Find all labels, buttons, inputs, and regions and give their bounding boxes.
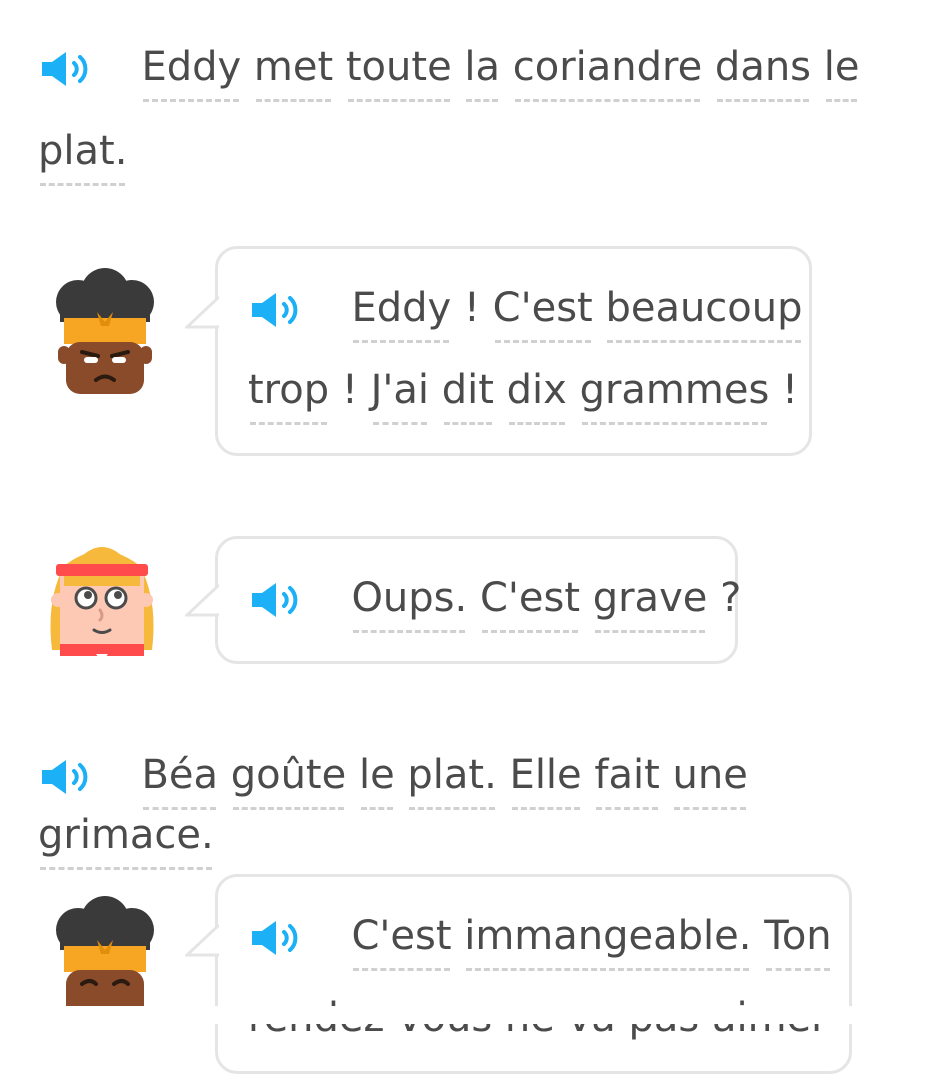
word-token[interactable]: J'ai — [371, 367, 429, 427]
word-token[interactable]: goûte — [231, 752, 346, 812]
speaker-icon[interactable] — [38, 49, 90, 89]
bea-avatar — [42, 540, 154, 662]
dialog-bubble-2: Oups. C'est grave ? — [185, 536, 742, 664]
word-token[interactable]: Eddy — [351, 285, 451, 345]
word-token[interactable]: Elle — [510, 752, 582, 812]
audio-button[interactable] — [248, 575, 313, 621]
word-token: ! — [782, 367, 799, 413]
word-token[interactable]: le — [824, 44, 859, 104]
word-token[interactable]: plat. — [38, 128, 127, 188]
partial-line: rendez-vous ne va pas aimer — [248, 995, 828, 1055]
word-token: ! — [463, 285, 480, 331]
speaker-icon[interactable] — [38, 757, 90, 797]
bubble-tail — [185, 923, 219, 957]
word-token[interactable]: toute — [346, 44, 452, 104]
narration-block-1: Eddy met toute la coriandre dans le — [38, 44, 931, 104]
audio-button[interactable] — [248, 285, 313, 331]
word-token[interactable]: Béa — [141, 752, 218, 812]
word-token[interactable]: immangeable. — [464, 913, 751, 973]
word-token[interactable]: grave — [593, 575, 707, 635]
speaker-icon[interactable] — [248, 290, 300, 330]
word-token[interactable]: le — [359, 752, 395, 812]
word-token[interactable]: met — [254, 44, 333, 104]
word-token[interactable]: dans — [715, 44, 811, 104]
word-token[interactable]: C'est — [480, 575, 580, 635]
speaker-icon[interactable] — [248, 918, 300, 958]
eddy-avatar — [50, 268, 160, 394]
word-token[interactable]: grimace. — [38, 812, 214, 872]
word-token[interactable]: C'est — [351, 913, 452, 973]
audio-button[interactable] — [248, 913, 313, 959]
bea-face-icon — [50, 547, 154, 662]
narration-2-line-1: Béa goûte le plat. Elle fait une grimace… — [38, 752, 748, 870]
bubble-tail — [185, 583, 219, 617]
word-token[interactable]: une — [672, 752, 748, 812]
eddy-avatar — [50, 896, 160, 1022]
speaker-icon[interactable] — [248, 580, 300, 620]
word-token[interactable]: C'est — [493, 285, 593, 345]
narration-1-line-1: Eddy met toute la coriandre dans le — [141, 44, 859, 102]
word-token[interactable]: Ton — [764, 913, 832, 973]
audio-button[interactable] — [38, 44, 103, 90]
word-token: ? — [720, 575, 742, 621]
bubble-tail — [185, 295, 219, 329]
viewport-clip — [0, 1006, 931, 1024]
narration-block-2: Béa goûte le plat. Elle fait une grimace… — [38, 752, 931, 872]
word-token[interactable]: Oups. — [351, 575, 467, 635]
word-token[interactable]: coriandre — [513, 44, 702, 104]
word-token[interactable]: dix — [507, 367, 567, 427]
word-token[interactable]: plat. — [407, 752, 497, 812]
word-token[interactable]: beaucoup — [605, 285, 803, 345]
word-token: ! — [341, 367, 358, 413]
dialog-bubble-3: C'est immangeable. Ton rendez-vous ne va… — [185, 874, 852, 1074]
word-token[interactable]: grammes — [580, 367, 769, 427]
eddy-face-icon — [56, 268, 154, 394]
word-token[interactable]: fait — [594, 752, 660, 812]
narration-1-line-2: plat. — [38, 128, 931, 188]
word-token[interactable]: Eddy — [141, 44, 241, 104]
word-token[interactable]: dit — [442, 367, 494, 427]
word-token[interactable]: la — [464, 44, 500, 104]
word-token[interactable]: trop — [248, 367, 329, 427]
audio-button[interactable] — [38, 752, 103, 798]
dialog-bubble-1: Eddy ! C'est beaucoup trop ! J'ai dit di… — [185, 246, 812, 456]
